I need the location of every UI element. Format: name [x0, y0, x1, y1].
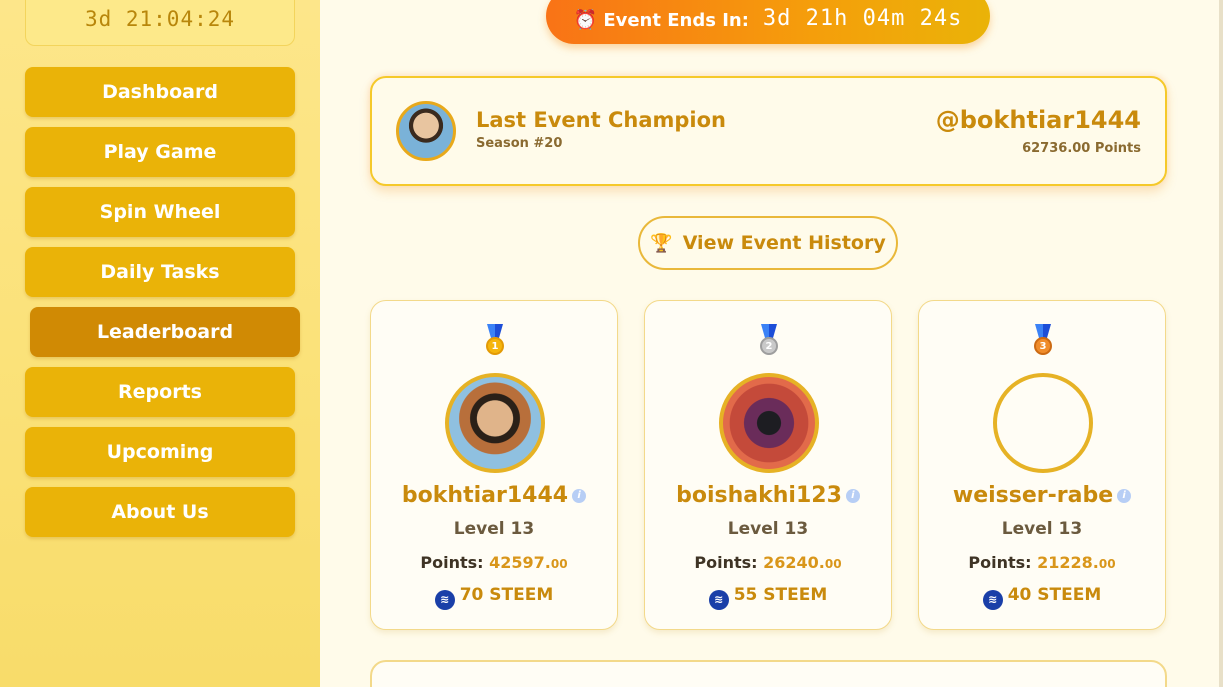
sidebar-item-play-game[interactable]: Play Game	[25, 127, 295, 177]
view-event-history-label: View Event History	[682, 232, 886, 254]
player-reward: ≋ 55 STEEM	[645, 585, 891, 610]
player-level: Level 13	[727, 519, 809, 539]
avatar[interactable]	[445, 373, 545, 473]
player-username[interactable]: boishakhi123	[676, 483, 842, 508]
points-decimal: 00	[1098, 557, 1116, 571]
event-countdown-time: 3d 21h 04m 24s	[762, 6, 963, 31]
scrollbar[interactable]	[1219, 0, 1223, 687]
view-event-history-button[interactable]: 🏆 View Event History	[638, 216, 898, 270]
player-reward: ≋ 70 STEEM	[371, 585, 617, 610]
player-username[interactable]: weisser-rabe	[953, 483, 1113, 508]
champion-season: Season #20	[476, 136, 563, 151]
points-value: 26240.	[763, 553, 825, 572]
points-value: 21228.	[1037, 553, 1099, 572]
leaderboard-card-rank-1: 1 bokhtiar1444 i Level 13 Points: 42597.0…	[370, 300, 618, 630]
sidebar-item-spin-wheel[interactable]: Spin Wheel	[25, 187, 295, 237]
alarm-clock-icon: ⏰	[573, 9, 598, 31]
sidebar-item-reports[interactable]: Reports	[25, 367, 295, 417]
sidebar: 3d 21:04:24 Dashboard Play Game Spin Whe…	[0, 0, 320, 687]
leaderboard-list-card	[370, 660, 1167, 687]
player-level: Level 13	[453, 519, 535, 539]
player-level: Level 13	[1001, 519, 1083, 539]
leaderboard-card-rank-3: 3 weisser-rabe i Level 13 Points: 21228.0…	[918, 300, 1166, 630]
sidebar-countdown: 3d 21:04:24	[25, 0, 295, 46]
leaderboard-card-rank-2: 2 boishakhi123 i Level 13 Points: 26240.0…	[644, 300, 892, 630]
bronze-medal-icon: 3	[1027, 324, 1059, 362]
points-value: 42597.	[489, 553, 551, 572]
event-countdown-banner: ⏰ Event Ends In: 3d 21h 04m 24s	[546, 0, 990, 44]
player-name[interactable]: weisser-rabe i	[919, 483, 1165, 508]
silver-medal-icon: 2	[753, 324, 785, 362]
champion-avatar	[396, 101, 456, 161]
player-username[interactable]: bokhtiar1444	[402, 483, 568, 508]
champion-title: Last Event Champion	[476, 108, 727, 132]
gold-medal-icon: 1	[479, 324, 511, 362]
sidebar-item-leaderboard[interactable]: Leaderboard	[30, 307, 300, 357]
champion-username[interactable]: @bokhtiar1444	[936, 106, 1141, 134]
avatar[interactable]	[993, 373, 1093, 473]
avatar[interactable]	[719, 373, 819, 473]
sidebar-item-daily-tasks[interactable]: Daily Tasks	[25, 247, 295, 297]
event-ends-label: Event Ends In:	[603, 10, 749, 31]
sidebar-item-about-us[interactable]: About Us	[25, 487, 295, 537]
points-decimal: 00	[824, 557, 842, 571]
info-icon[interactable]: i	[845, 489, 860, 503]
player-points: Points: 21228.00	[919, 553, 1165, 572]
player-name[interactable]: bokhtiar1444 i	[371, 483, 617, 508]
sidebar-item-dashboard[interactable]: Dashboard	[25, 67, 295, 117]
points-label: Points:	[968, 553, 1032, 572]
steem-icon: ≋	[982, 590, 1003, 610]
info-icon[interactable]: i	[572, 489, 587, 503]
reward-value: 55 STEEM	[733, 585, 828, 605]
player-name[interactable]: boishakhi123 i	[645, 483, 891, 508]
trophy-icon: 🏆	[650, 232, 673, 254]
champion-points: 62736.00 Points	[1022, 141, 1141, 156]
steem-icon: ≋	[434, 590, 455, 610]
sidebar-item-upcoming[interactable]: Upcoming	[25, 427, 295, 477]
player-points: Points: 26240.00	[645, 553, 891, 572]
info-icon[interactable]: i	[1117, 489, 1132, 503]
steem-icon: ≋	[708, 590, 729, 610]
player-reward: ≋ 40 STEEM	[919, 585, 1165, 610]
points-decimal: 00	[550, 557, 568, 571]
last-champion-card: Last Event Champion Season #20 @bokhtiar…	[370, 76, 1167, 186]
player-points: Points: 42597.00	[371, 553, 617, 572]
reward-value: 70 STEEM	[459, 585, 554, 605]
reward-value: 40 STEEM	[1007, 585, 1102, 605]
points-label: Points:	[420, 553, 484, 572]
points-label: Points:	[694, 553, 758, 572]
